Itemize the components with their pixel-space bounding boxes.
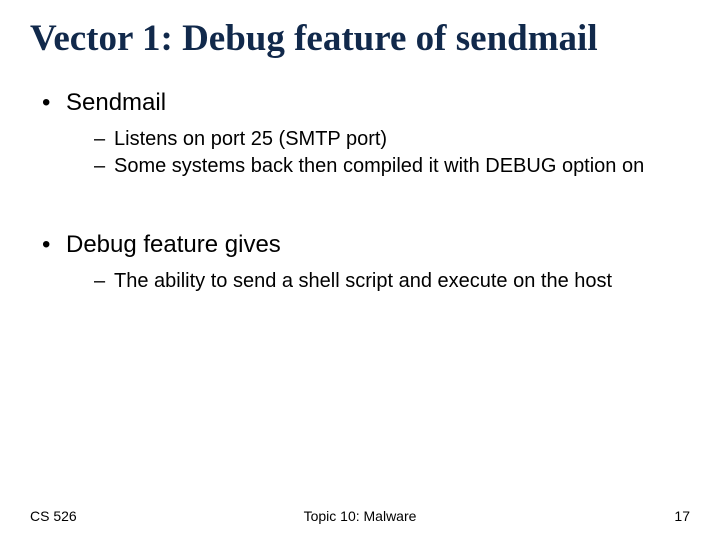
sub-list: The ability to send a shell script and e… [66,269,690,294]
sub-list: Listens on port 25 (SMTP port) Some syst… [66,127,690,179]
slide-footer: CS 526 Topic 10: Malware 17 [0,508,720,524]
footer-right: 17 [674,508,690,524]
footer-left: CS 526 [30,508,77,524]
list-item: Sendmail Listens on port 25 (SMTP port) … [42,89,690,179]
list-item: The ability to send a shell script and e… [94,269,690,294]
list-item: Debug feature gives The ability to send … [42,231,690,294]
list-item: Listens on port 25 (SMTP port) [94,127,690,152]
bullet-text: Debug feature gives [66,231,281,258]
bullet-list: Sendmail Listens on port 25 (SMTP port) … [30,89,690,294]
slide-title: Vector 1: Debug feature of sendmail [30,18,690,61]
bullet-text: Sendmail [66,89,166,116]
footer-center: Topic 10: Malware [304,508,417,524]
list-item: Some systems back then compiled it with … [94,154,690,179]
